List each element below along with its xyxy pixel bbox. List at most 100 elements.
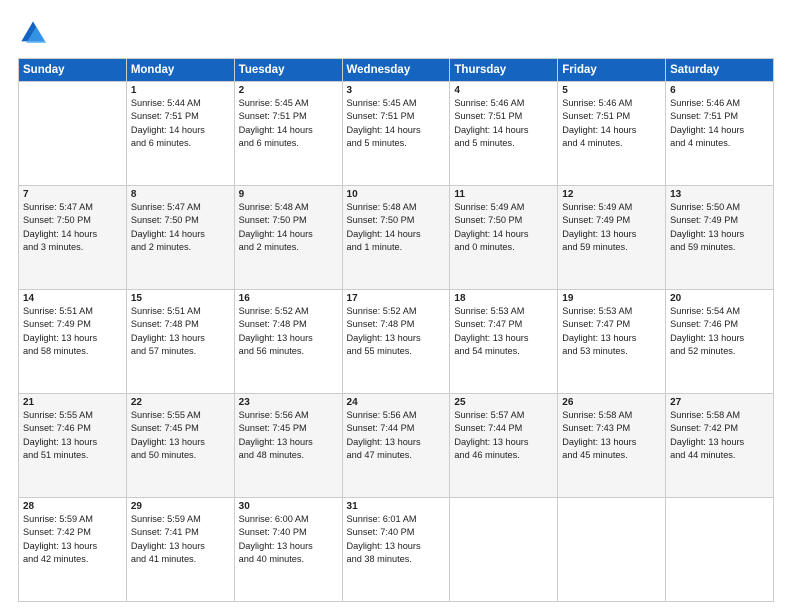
- calendar-header-tuesday: Tuesday: [234, 59, 342, 82]
- day-info: Sunrise: 5:48 AMSunset: 7:50 PMDaylight:…: [239, 201, 338, 254]
- day-number: 29: [131, 501, 230, 512]
- calendar-cell: [19, 82, 127, 186]
- day-info: Sunrise: 5:53 AMSunset: 7:47 PMDaylight:…: [454, 305, 553, 358]
- page: SundayMondayTuesdayWednesdayThursdayFrid…: [0, 0, 792, 612]
- calendar-cell: [450, 498, 558, 602]
- day-info: Sunrise: 5:48 AMSunset: 7:50 PMDaylight:…: [347, 201, 446, 254]
- calendar-cell: 27Sunrise: 5:58 AMSunset: 7:42 PMDayligh…: [666, 394, 774, 498]
- day-info: Sunrise: 5:47 AMSunset: 7:50 PMDaylight:…: [131, 201, 230, 254]
- calendar-cell: 19Sunrise: 5:53 AMSunset: 7:47 PMDayligh…: [558, 290, 666, 394]
- calendar-cell: 5Sunrise: 5:46 AMSunset: 7:51 PMDaylight…: [558, 82, 666, 186]
- day-number: 9: [239, 189, 338, 200]
- calendar-header-monday: Monday: [126, 59, 234, 82]
- calendar-cell: 9Sunrise: 5:48 AMSunset: 7:50 PMDaylight…: [234, 186, 342, 290]
- day-number: 11: [454, 189, 553, 200]
- calendar-week-row: 7Sunrise: 5:47 AMSunset: 7:50 PMDaylight…: [19, 186, 774, 290]
- day-number: 17: [347, 293, 446, 304]
- calendar-cell: 8Sunrise: 5:47 AMSunset: 7:50 PMDaylight…: [126, 186, 234, 290]
- day-info: Sunrise: 5:58 AMSunset: 7:43 PMDaylight:…: [562, 409, 661, 462]
- day-info: Sunrise: 5:44 AMSunset: 7:51 PMDaylight:…: [131, 97, 230, 150]
- day-number: 6: [670, 85, 769, 96]
- calendar-cell: 15Sunrise: 5:51 AMSunset: 7:48 PMDayligh…: [126, 290, 234, 394]
- day-number: 20: [670, 293, 769, 304]
- calendar-cell: 10Sunrise: 5:48 AMSunset: 7:50 PMDayligh…: [342, 186, 450, 290]
- logo-icon: [18, 18, 48, 48]
- day-number: 1: [131, 85, 230, 96]
- day-info: Sunrise: 5:51 AMSunset: 7:48 PMDaylight:…: [131, 305, 230, 358]
- day-number: 5: [562, 85, 661, 96]
- day-info: Sunrise: 5:53 AMSunset: 7:47 PMDaylight:…: [562, 305, 661, 358]
- day-info: Sunrise: 5:59 AMSunset: 7:41 PMDaylight:…: [131, 513, 230, 566]
- calendar-cell: 31Sunrise: 6:01 AMSunset: 7:40 PMDayligh…: [342, 498, 450, 602]
- calendar-cell: 29Sunrise: 5:59 AMSunset: 7:41 PMDayligh…: [126, 498, 234, 602]
- day-number: 13: [670, 189, 769, 200]
- calendar-cell: 22Sunrise: 5:55 AMSunset: 7:45 PMDayligh…: [126, 394, 234, 498]
- calendar-week-row: 28Sunrise: 5:59 AMSunset: 7:42 PMDayligh…: [19, 498, 774, 602]
- calendar-header-wednesday: Wednesday: [342, 59, 450, 82]
- day-info: Sunrise: 5:47 AMSunset: 7:50 PMDaylight:…: [23, 201, 122, 254]
- day-number: 2: [239, 85, 338, 96]
- day-info: Sunrise: 5:58 AMSunset: 7:42 PMDaylight:…: [670, 409, 769, 462]
- day-info: Sunrise: 6:01 AMSunset: 7:40 PMDaylight:…: [347, 513, 446, 566]
- calendar-cell: 16Sunrise: 5:52 AMSunset: 7:48 PMDayligh…: [234, 290, 342, 394]
- calendar-cell: 4Sunrise: 5:46 AMSunset: 7:51 PMDaylight…: [450, 82, 558, 186]
- day-number: 24: [347, 397, 446, 408]
- day-number: 25: [454, 397, 553, 408]
- day-info: Sunrise: 5:45 AMSunset: 7:51 PMDaylight:…: [239, 97, 338, 150]
- calendar-header-thursday: Thursday: [450, 59, 558, 82]
- calendar-cell: 3Sunrise: 5:45 AMSunset: 7:51 PMDaylight…: [342, 82, 450, 186]
- day-info: Sunrise: 5:45 AMSunset: 7:51 PMDaylight:…: [347, 97, 446, 150]
- day-number: 12: [562, 189, 661, 200]
- day-number: 27: [670, 397, 769, 408]
- day-info: Sunrise: 5:49 AMSunset: 7:49 PMDaylight:…: [562, 201, 661, 254]
- day-number: 19: [562, 293, 661, 304]
- day-info: Sunrise: 5:52 AMSunset: 7:48 PMDaylight:…: [347, 305, 446, 358]
- calendar-cell: 20Sunrise: 5:54 AMSunset: 7:46 PMDayligh…: [666, 290, 774, 394]
- day-number: 4: [454, 85, 553, 96]
- calendar-cell: 13Sunrise: 5:50 AMSunset: 7:49 PMDayligh…: [666, 186, 774, 290]
- day-info: Sunrise: 5:56 AMSunset: 7:44 PMDaylight:…: [347, 409, 446, 462]
- calendar-cell: 24Sunrise: 5:56 AMSunset: 7:44 PMDayligh…: [342, 394, 450, 498]
- calendar-cell: [666, 498, 774, 602]
- day-info: Sunrise: 5:54 AMSunset: 7:46 PMDaylight:…: [670, 305, 769, 358]
- day-number: 30: [239, 501, 338, 512]
- day-number: 31: [347, 501, 446, 512]
- day-info: Sunrise: 5:49 AMSunset: 7:50 PMDaylight:…: [454, 201, 553, 254]
- calendar-cell: 26Sunrise: 5:58 AMSunset: 7:43 PMDayligh…: [558, 394, 666, 498]
- day-number: 7: [23, 189, 122, 200]
- calendar-header-row: SundayMondayTuesdayWednesdayThursdayFrid…: [19, 59, 774, 82]
- day-info: Sunrise: 5:46 AMSunset: 7:51 PMDaylight:…: [454, 97, 553, 150]
- calendar-cell: 21Sunrise: 5:55 AMSunset: 7:46 PMDayligh…: [19, 394, 127, 498]
- day-number: 14: [23, 293, 122, 304]
- day-info: Sunrise: 5:55 AMSunset: 7:45 PMDaylight:…: [131, 409, 230, 462]
- day-info: Sunrise: 5:51 AMSunset: 7:49 PMDaylight:…: [23, 305, 122, 358]
- calendar-cell: 25Sunrise: 5:57 AMSunset: 7:44 PMDayligh…: [450, 394, 558, 498]
- calendar-cell: [558, 498, 666, 602]
- day-number: 28: [23, 501, 122, 512]
- day-info: Sunrise: 5:56 AMSunset: 7:45 PMDaylight:…: [239, 409, 338, 462]
- calendar-header-sunday: Sunday: [19, 59, 127, 82]
- day-number: 15: [131, 293, 230, 304]
- logo: [18, 18, 52, 48]
- calendar-cell: 6Sunrise: 5:46 AMSunset: 7:51 PMDaylight…: [666, 82, 774, 186]
- day-info: Sunrise: 5:55 AMSunset: 7:46 PMDaylight:…: [23, 409, 122, 462]
- day-number: 16: [239, 293, 338, 304]
- day-info: Sunrise: 5:52 AMSunset: 7:48 PMDaylight:…: [239, 305, 338, 358]
- calendar-week-row: 21Sunrise: 5:55 AMSunset: 7:46 PMDayligh…: [19, 394, 774, 498]
- calendar-cell: 18Sunrise: 5:53 AMSunset: 7:47 PMDayligh…: [450, 290, 558, 394]
- calendar-cell: 7Sunrise: 5:47 AMSunset: 7:50 PMDaylight…: [19, 186, 127, 290]
- calendar-cell: 1Sunrise: 5:44 AMSunset: 7:51 PMDaylight…: [126, 82, 234, 186]
- calendar-cell: 12Sunrise: 5:49 AMSunset: 7:49 PMDayligh…: [558, 186, 666, 290]
- day-number: 10: [347, 189, 446, 200]
- day-number: 8: [131, 189, 230, 200]
- day-number: 23: [239, 397, 338, 408]
- day-info: Sunrise: 5:59 AMSunset: 7:42 PMDaylight:…: [23, 513, 122, 566]
- calendar-week-row: 14Sunrise: 5:51 AMSunset: 7:49 PMDayligh…: [19, 290, 774, 394]
- calendar-header-friday: Friday: [558, 59, 666, 82]
- calendar-cell: 11Sunrise: 5:49 AMSunset: 7:50 PMDayligh…: [450, 186, 558, 290]
- day-number: 21: [23, 397, 122, 408]
- day-info: Sunrise: 6:00 AMSunset: 7:40 PMDaylight:…: [239, 513, 338, 566]
- day-number: 18: [454, 293, 553, 304]
- day-number: 26: [562, 397, 661, 408]
- calendar-cell: 28Sunrise: 5:59 AMSunset: 7:42 PMDayligh…: [19, 498, 127, 602]
